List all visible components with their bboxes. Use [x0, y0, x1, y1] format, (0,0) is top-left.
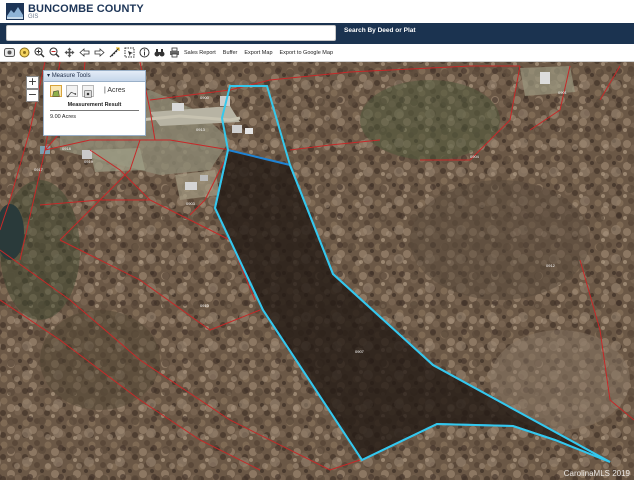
result-divider	[50, 110, 139, 111]
print-icon[interactable]	[169, 47, 180, 58]
next-extent-icon[interactable]	[94, 47, 105, 58]
distance-measure-icon[interactable]	[66, 85, 78, 98]
parcel-label: 0907	[355, 349, 365, 354]
measure-tools-title: Measure Tools	[51, 73, 91, 79]
measure-tools-header[interactable]: ▾ Measure Tools	[44, 71, 145, 82]
search-input[interactable]	[6, 25, 336, 41]
gis-app: BUNCOMBE COUNTY GIS Search By Deed or Pl…	[0, 0, 634, 480]
zoom-out-icon[interactable]	[49, 47, 60, 58]
binoculars-icon[interactable]	[154, 47, 165, 58]
parcel-label: 0903	[186, 201, 196, 206]
search-by-deed-button[interactable]: Search By Deed or Plat	[344, 27, 416, 34]
zoom-in-icon[interactable]	[34, 47, 45, 58]
parcel-label: 0913	[196, 127, 206, 132]
map-toolbar: Sales Report Buffer Export Map Export to…	[0, 44, 634, 62]
county-logo-icon	[6, 3, 24, 20]
parcel-label: 0917	[34, 167, 44, 172]
pan-icon[interactable]	[64, 47, 75, 58]
parcel-label: 0900	[200, 95, 210, 100]
parcel-label: 0912	[546, 263, 556, 268]
mls-watermark: CarolinaMLS 2019	[563, 469, 630, 478]
measure-tool-buttons: | Acres	[44, 85, 145, 101]
measure-icon[interactable]	[109, 47, 120, 58]
parcel-label: 0904	[470, 154, 480, 159]
measure-tools-panel: ▾ Measure Tools | Acres Measurement Resu…	[43, 70, 146, 136]
identify-icon[interactable]	[19, 47, 30, 58]
app-title: BUNCOMBE COUNTY	[28, 3, 144, 15]
app-subtitle: GIS	[28, 14, 39, 20]
parcel-label: 0901	[558, 90, 568, 95]
app-header: BUNCOMBE COUNTY GIS	[0, 0, 634, 23]
previous-extent-icon[interactable]	[79, 47, 90, 58]
measurement-result-value: 9.00 Acres	[50, 114, 76, 120]
buffer-button[interactable]: Buffer	[223, 50, 238, 56]
select-icon[interactable]	[124, 47, 135, 58]
info-icon[interactable]	[139, 47, 150, 58]
area-measure-icon[interactable]	[50, 85, 62, 97]
collapse-triangle-icon[interactable]: ▾	[47, 73, 50, 79]
parcel-label: 0919	[84, 159, 94, 164]
location-measure-icon[interactable]	[82, 85, 94, 98]
export-map-button[interactable]: Export Map	[244, 50, 272, 56]
search-bar: Search By Deed or Plat	[0, 23, 634, 44]
zoom-out-button[interactable]: −	[26, 89, 39, 102]
sales-report-button[interactable]: Sales Report	[184, 50, 216, 56]
full-extent-icon[interactable]	[4, 47, 15, 58]
parcel-label: 0918	[62, 146, 72, 151]
parcel-label: 0910	[200, 303, 210, 308]
measurement-result-title: Measurement Result	[67, 102, 122, 108]
unit-value: Acres	[107, 87, 126, 94]
export-google-map-button[interactable]: Export to Google Map	[280, 50, 334, 56]
unit-select[interactable]: | Acres	[104, 87, 125, 94]
